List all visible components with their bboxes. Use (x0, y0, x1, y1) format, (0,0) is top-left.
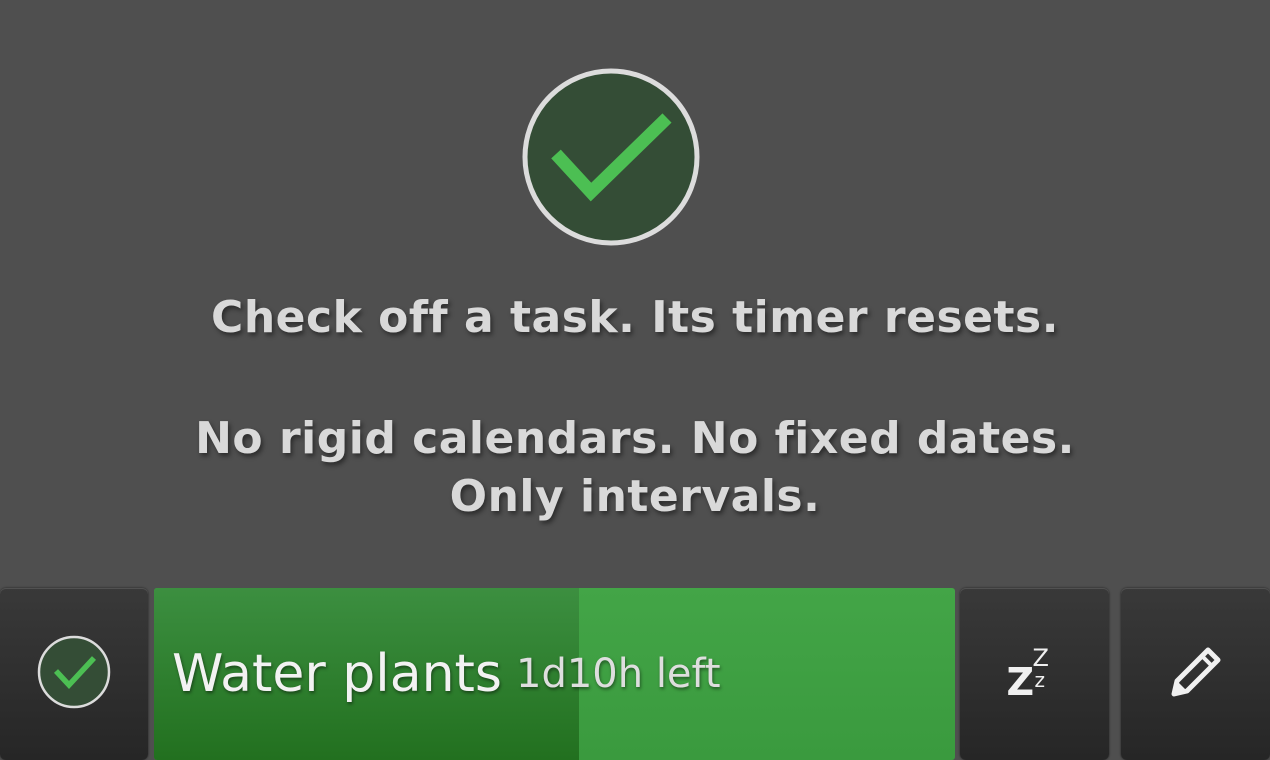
complete-task-button[interactable] (0, 588, 148, 760)
checkmark-circle-icon (36, 634, 112, 714)
edit-task-button[interactable] (1121, 588, 1270, 760)
onboarding-message-block: No rigid calendars. No fixed dates. Only… (0, 410, 1270, 526)
task-name: Water plants (172, 644, 503, 704)
onboarding-message-line2: No rigid calendars. No fixed dates. (195, 413, 1075, 464)
task-label: Water plants 1d10h left (172, 588, 721, 760)
onboarding-message-line3: Only intervals. (449, 471, 821, 522)
pencil-icon (1164, 640, 1228, 708)
snooze-button[interactable]: Z Z z (960, 588, 1109, 760)
snooze-zzz-icon: Z Z z (1006, 644, 1049, 704)
task-time-left: 1d10h left (516, 651, 721, 697)
onboarding-message-line1: Check off a task. Its timer resets. (211, 292, 1059, 343)
task-row: Water plants 1d10h left Z Z z (0, 586, 1270, 760)
hero-checkmark-icon (522, 68, 700, 246)
task-item[interactable]: Water plants 1d10h left (154, 588, 955, 760)
